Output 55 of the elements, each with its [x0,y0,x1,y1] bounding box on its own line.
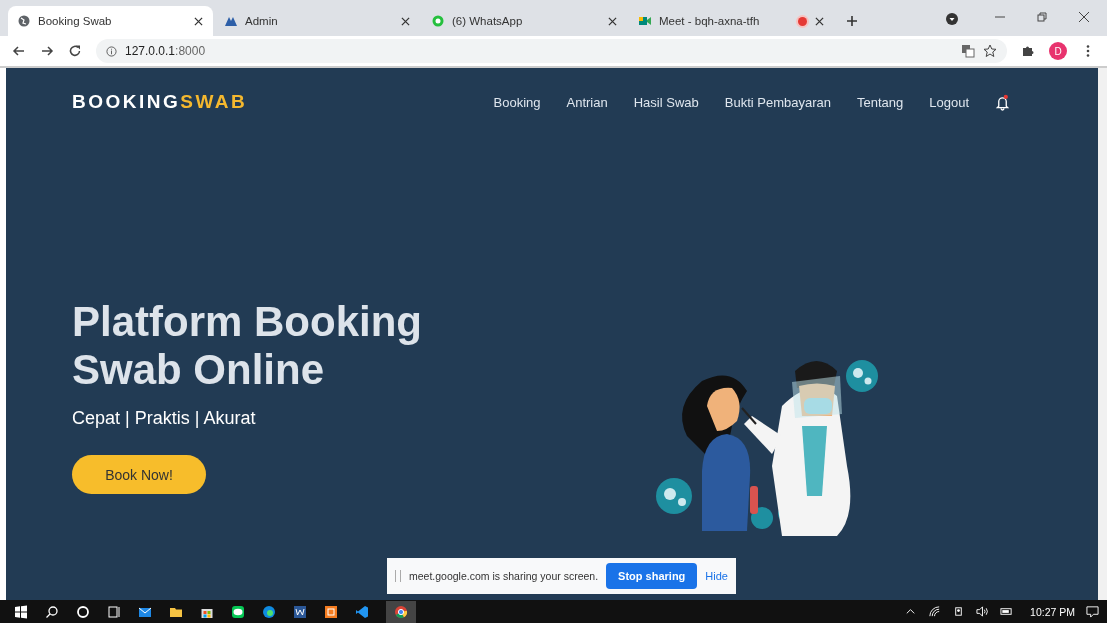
nav-link[interactable]: Antrian [566,94,608,110]
chrome-icon [394,604,408,619]
taskbar-button[interactable] [386,600,416,623]
browser-tab[interactable]: (6) WhatsApp [422,6,627,36]
star-icon[interactable] [983,44,997,58]
windows-start-icon[interactable] [14,604,28,619]
nav-link[interactable]: Hasil Swab [633,94,699,110]
wifi-icon[interactable] [928,605,942,618]
info-icon [106,45,117,57]
address-field[interactable]: 127.0.0.1:8000 [96,39,1007,63]
nav-link[interactable]: Booking [493,94,541,110]
dropdown-icon[interactable] [945,12,959,26]
hero-title: Platform Booking Swab Online [72,298,423,394]
nav-link[interactable]: Bukti Pembayaran [724,94,831,110]
book-now-button[interactable]: Book Now! [72,455,206,494]
speaker-icon[interactable] [976,605,990,618]
chat-icon [432,15,444,27]
notification-icon[interactable] [1086,605,1099,618]
browser-icon[interactable] [262,604,276,619]
site-logo[interactable]: BOOKING SWAB [72,91,248,113]
hide-link[interactable]: Hide [705,570,728,582]
browser-tab[interactable]: Admin [215,6,420,36]
task-view-icon[interactable] [107,604,121,619]
restore-icon[interactable] [1035,10,1049,24]
stop-sharing-button[interactable]: Stop sharing [606,563,698,589]
browser-tab[interactable]: Meet - bqh-axna-tfh [629,6,834,36]
nav-link[interactable]: Tentang [856,94,904,110]
code-editor-icon[interactable] [355,604,369,619]
drag-handle-icon[interactable] [395,570,401,582]
video-camera-icon [639,15,651,27]
browser-tab[interactable]: Booking Swab [8,6,213,36]
app-icon[interactable] [324,604,338,619]
puzzle-icon[interactable] [1021,44,1035,58]
forward-arrow-icon[interactable] [40,44,54,58]
word-icon[interactable] [293,604,307,619]
share-message: meet.google.com is sharing your screen. [409,570,599,582]
nav-link[interactable]: Logout [929,94,969,110]
close-icon[interactable] [608,16,617,26]
translate-icon[interactable] [961,44,975,58]
close-icon[interactable] [194,16,203,26]
clock[interactable]: 10:27 PM [1030,605,1075,618]
close-icon[interactable] [815,16,824,26]
close-icon[interactable] [401,16,410,26]
battery-icon[interactable] [1000,605,1014,618]
new-tab-icon[interactable] [846,15,858,27]
profile-avatar[interactable]: D [1049,42,1067,60]
hero-subtitle: Cepat | Praktis | Akurat [72,408,256,429]
circle-icon[interactable] [76,604,90,619]
mountain-logo-icon [225,15,237,27]
bell-icon[interactable] [995,93,1010,111]
search-icon[interactable] [45,604,59,619]
reload-icon[interactable] [68,44,82,58]
chat-icon[interactable] [231,604,245,619]
back-arrow-icon[interactable] [12,44,26,58]
close-icon[interactable] [1077,10,1091,24]
